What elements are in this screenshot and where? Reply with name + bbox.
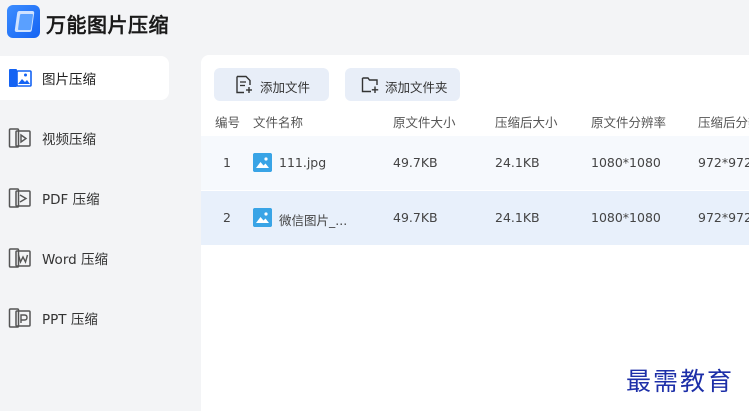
video-compress-icon <box>8 128 31 148</box>
column-header-compressed-size: 压缩后大小 <box>495 115 558 130</box>
compressed-resolution: 972*972 <box>698 155 749 170</box>
sidebar-item-word-compress[interactable]: Word 压缩 <box>0 236 169 280</box>
app-header: 万能图片压缩 <box>0 0 749 46</box>
original-resolution: 1080*1080 <box>591 155 661 170</box>
sidebar-item-video-compress[interactable]: 视频压缩 <box>0 116 169 160</box>
add-file-label: 添加文件 <box>260 80 311 95</box>
sidebar-item-label: 图片压缩 <box>42 72 96 88</box>
original-resolution: 1080*1080 <box>591 210 661 225</box>
pdf-compress-icon <box>8 188 31 208</box>
column-header-original-size: 原文件大小 <box>393 115 456 130</box>
sidebar-item-label: PDF 压缩 <box>42 192 100 208</box>
original-size: 49.7KB <box>393 155 438 170</box>
image-file-icon <box>253 208 272 227</box>
sidebar-item-image-compress[interactable]: 图片压缩 <box>0 56 169 100</box>
sidebar-item-label: PPT 压缩 <box>42 312 98 328</box>
add-file-button[interactable]: 添加文件 <box>214 68 329 101</box>
row-number: 2 <box>223 210 231 225</box>
add-folder-button[interactable]: 添加文件夹 <box>345 68 460 101</box>
original-size: 49.7KB <box>393 210 438 225</box>
column-header-number: 编号 <box>215 115 241 130</box>
watermark-text: 最需教育 <box>626 367 735 396</box>
app-logo-icon <box>7 5 40 38</box>
ppt-compress-icon <box>8 308 31 328</box>
compressed-size: 24.1KB <box>495 210 540 225</box>
main-panel: 添加文件 添加文件夹 编号 文件名称 原文件大小 压缩后大小 原文件分辨率 压缩… <box>201 55 749 411</box>
compressed-size: 24.1KB <box>495 155 540 170</box>
sidebar-item-label: Word 压缩 <box>42 252 108 268</box>
file-name: 微信图片_... <box>279 213 348 228</box>
add-folder-label: 添加文件夹 <box>385 80 448 95</box>
sidebar-item-ppt-compress[interactable]: PPT 压缩 <box>0 296 169 340</box>
column-header-filename: 文件名称 <box>253 115 304 130</box>
image-compress-icon <box>9 69 32 87</box>
row-number: 1 <box>223 155 231 170</box>
sidebar-item-pdf-compress[interactable]: PDF 压缩 <box>0 176 169 220</box>
table-row[interactable]: 2 微信图片_... 49.7KB 24.1KB 1080*1080 972*9… <box>201 191 749 245</box>
compressed-resolution: 972*972 <box>698 210 749 225</box>
app-title: 万能图片压缩 <box>46 13 169 37</box>
add-file-icon <box>236 75 252 94</box>
table-row[interactable]: 1 111.jpg 49.7KB 24.1KB 1080*1080 972*97… <box>201 136 749 190</box>
add-folder-icon <box>361 77 379 93</box>
word-compress-icon <box>8 248 31 268</box>
column-header-compressed-resolution: 压缩后分辨 <box>698 115 749 130</box>
image-file-icon <box>253 153 272 172</box>
column-header-original-resolution: 原文件分辨率 <box>591 115 667 130</box>
sidebar-item-label: 视频压缩 <box>42 132 96 148</box>
file-name: 111.jpg <box>279 155 327 170</box>
